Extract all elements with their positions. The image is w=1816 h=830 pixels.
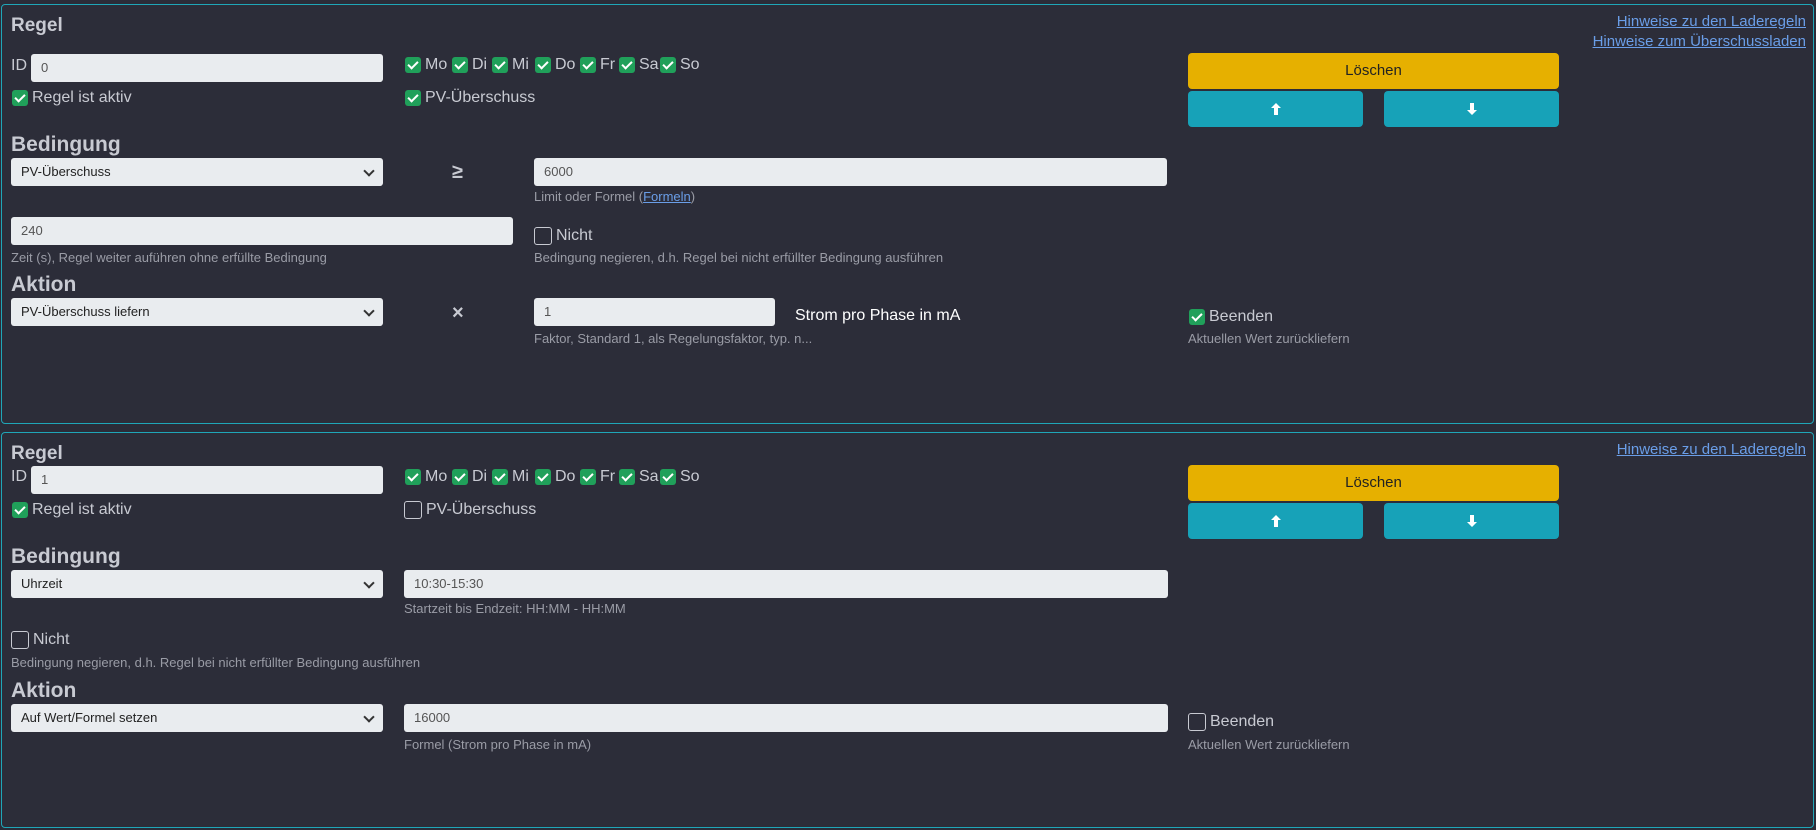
checkbox[interactable] bbox=[12, 502, 28, 518]
checkbox[interactable] bbox=[405, 469, 421, 485]
arrow-up-icon bbox=[1270, 515, 1281, 527]
condition-heading: Bedingung bbox=[11, 133, 121, 156]
chevron-down-icon bbox=[363, 711, 375, 723]
unit-label: Strom pro Phase in mA bbox=[795, 307, 961, 324]
checkbox[interactable] bbox=[534, 227, 552, 245]
formula-help: Formel (Strom pro Phase in mA) bbox=[404, 737, 592, 752]
rule-panel-1: Regel Hinweise zu den Laderegeln ID 1 Mo… bbox=[1, 432, 1814, 828]
checkbox[interactable] bbox=[660, 469, 676, 485]
action-select-value: Auf Wert/Formel setzen bbox=[21, 710, 158, 725]
action-heading: Aktion bbox=[11, 679, 77, 702]
checkbox[interactable] bbox=[405, 57, 421, 73]
day-label: Sa bbox=[639, 468, 659, 485]
condition-heading: Bedingung bbox=[11, 545, 121, 568]
checkbox[interactable] bbox=[492, 469, 508, 485]
pv-surplus-label: PV-Überschuss bbox=[425, 89, 536, 106]
action-select-value: PV-Überschuss liefern bbox=[21, 304, 150, 319]
condition-select-value: Uhrzeit bbox=[21, 576, 63, 591]
formeln-link[interactable]: Formeln bbox=[643, 189, 691, 204]
day-label: So bbox=[680, 56, 700, 73]
formula-input[interactable]: 16000 bbox=[404, 704, 1168, 732]
end-help: Aktuellen Wert zurückliefern bbox=[1188, 331, 1350, 346]
checkbox[interactable] bbox=[535, 57, 551, 73]
operator-times: × bbox=[452, 302, 464, 324]
checkbox[interactable] bbox=[404, 501, 422, 519]
not-label: Nicht bbox=[556, 227, 593, 244]
day-label: Mo bbox=[425, 468, 448, 485]
rule-active-label: Regel ist aktiv bbox=[32, 89, 132, 106]
rule-active-label: Regel ist aktiv bbox=[32, 501, 132, 518]
arrow-down-icon bbox=[1466, 103, 1477, 115]
day-label: Do bbox=[555, 56, 576, 73]
time-help: Zeit (s), Regel weiter auführen ohne erf… bbox=[11, 250, 327, 265]
day-label: Mi bbox=[512, 468, 529, 485]
checkbox[interactable] bbox=[619, 469, 635, 485]
end-label: Beenden bbox=[1209, 308, 1274, 325]
day-label: Di bbox=[472, 56, 488, 73]
checkbox[interactable] bbox=[12, 90, 28, 106]
day-label: Mi bbox=[512, 56, 529, 73]
day-label: Mo bbox=[425, 56, 448, 73]
checkbox[interactable] bbox=[1188, 713, 1206, 731]
id-label: ID bbox=[11, 57, 27, 74]
operator-ge: ≥ bbox=[452, 161, 463, 183]
condition-select[interactable]: Uhrzeit bbox=[11, 570, 383, 598]
day-label: Fr bbox=[600, 468, 616, 485]
checkbox[interactable] bbox=[1189, 309, 1205, 325]
not-label: Nicht bbox=[33, 631, 70, 648]
factor-input[interactable]: 1 bbox=[534, 298, 775, 326]
checkbox[interactable] bbox=[405, 90, 421, 106]
condition-select-value: PV-Überschuss bbox=[21, 164, 111, 179]
checkbox[interactable] bbox=[580, 469, 596, 485]
move-down-button[interactable] bbox=[1384, 503, 1559, 539]
arrow-down-icon bbox=[1466, 515, 1477, 527]
pv-surplus-label: PV-Überschuss bbox=[426, 501, 537, 518]
link-ueberschussladen[interactable]: Hinweise zum Überschussladen bbox=[1593, 33, 1806, 50]
id-input[interactable]: 0 bbox=[31, 54, 383, 82]
link-laderegeln[interactable]: Hinweise zu den Laderegeln bbox=[1617, 13, 1806, 30]
limit-input[interactable]: 6000 bbox=[534, 158, 1167, 186]
end-help: Aktuellen Wert zurückliefern bbox=[1188, 737, 1350, 752]
not-help: Bedingung negieren, d.h. Regel bei nicht… bbox=[534, 250, 944, 265]
link-laderegeln[interactable]: Hinweise zu den Laderegeln bbox=[1617, 441, 1806, 458]
checkbox[interactable] bbox=[452, 57, 468, 73]
day-label: Do bbox=[555, 468, 576, 485]
checkbox[interactable] bbox=[660, 57, 676, 73]
day-label: Fr bbox=[600, 56, 616, 73]
move-down-button[interactable] bbox=[1384, 91, 1559, 127]
time-range-help: Startzeit bis Endzeit: HH:MM - HH:MM bbox=[404, 601, 626, 616]
id-label: ID bbox=[11, 468, 27, 485]
checkbox[interactable] bbox=[492, 57, 508, 73]
rule-title: Regel bbox=[11, 15, 63, 36]
chevron-down-icon bbox=[363, 305, 375, 317]
time-range-input[interactable]: 10:30-15:30 bbox=[404, 570, 1168, 598]
chevron-down-icon bbox=[363, 165, 375, 177]
checkbox[interactable] bbox=[619, 57, 635, 73]
checkbox[interactable] bbox=[452, 469, 468, 485]
checkbox[interactable] bbox=[580, 57, 596, 73]
checkbox[interactable] bbox=[535, 469, 551, 485]
rule-panel-0: Regel Hinweise zu den Laderegeln Hinweis… bbox=[1, 4, 1814, 424]
not-help: Bedingung negieren, d.h. Regel bei nicht… bbox=[11, 655, 421, 670]
action-heading: Aktion bbox=[11, 273, 77, 296]
chevron-down-icon bbox=[363, 577, 375, 589]
condition-select[interactable]: PV-Überschuss bbox=[11, 158, 383, 186]
day-label: So bbox=[680, 468, 700, 485]
day-label: Sa bbox=[639, 56, 659, 73]
time-input[interactable]: 240 bbox=[11, 217, 513, 245]
limit-help: Limit oder Formel (Formeln) bbox=[534, 189, 696, 204]
checkbox[interactable] bbox=[11, 631, 29, 649]
id-input[interactable]: 1 bbox=[31, 466, 383, 494]
day-label: Di bbox=[472, 468, 488, 485]
action-select[interactable]: Auf Wert/Formel setzen bbox=[11, 704, 383, 732]
factor-help: Faktor, Standard 1, als Regelungsfaktor,… bbox=[534, 331, 813, 346]
move-up-button[interactable] bbox=[1188, 91, 1363, 127]
move-up-button[interactable] bbox=[1188, 503, 1363, 539]
delete-button[interactable]: Löschen bbox=[1188, 465, 1559, 501]
delete-button[interactable]: Löschen bbox=[1188, 53, 1559, 89]
rule-title: Regel bbox=[11, 443, 63, 464]
action-select[interactable]: PV-Überschuss liefern bbox=[11, 298, 383, 326]
arrow-up-icon bbox=[1270, 103, 1281, 115]
end-label: Beenden bbox=[1210, 713, 1275, 730]
